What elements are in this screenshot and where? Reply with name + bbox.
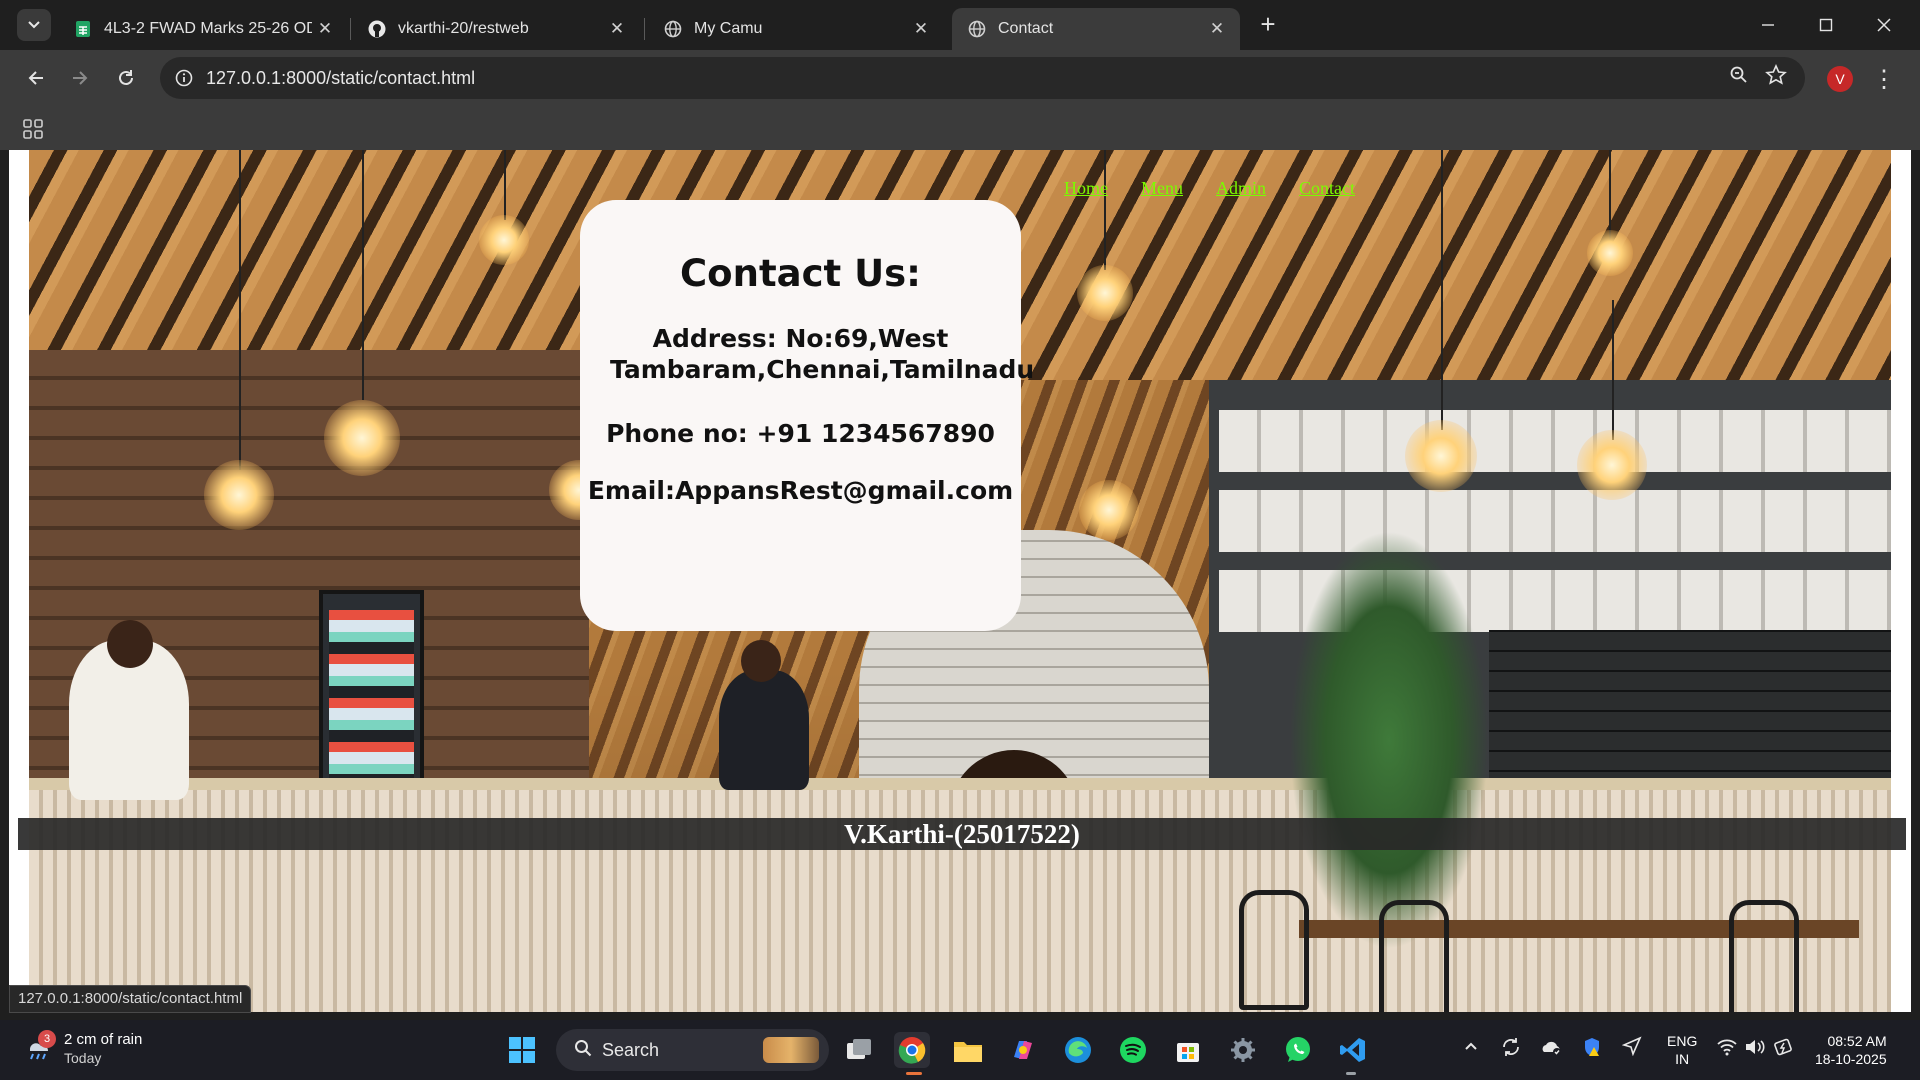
tab-sheets[interactable]: 4L3-2 FWAD Marks 25-26 ODD ✕ (58, 8, 348, 50)
apps-grid-icon[interactable] (22, 118, 44, 140)
system-clock[interactable]: 08:52 AM 18-10-2025 (1815, 1032, 1887, 1068)
globe-icon (968, 20, 986, 38)
wifi-icon[interactable] (1716, 1038, 1738, 1061)
site-info-icon[interactable] (170, 64, 198, 92)
search-highlight-image (763, 1037, 819, 1063)
search-label: Search (602, 1039, 660, 1060)
defender-warning-icon[interactable] (1581, 1036, 1603, 1063)
tab-search-button[interactable] (17, 9, 51, 41)
close-icon[interactable]: ✕ (604, 16, 630, 42)
bookmarks-bar (0, 106, 1920, 150)
page-viewport: Home Menu Admin Contact Contact Us: Addr… (9, 150, 1911, 1012)
nav-link-menu[interactable]: Menu (1141, 178, 1183, 199)
maximize-icon (1819, 18, 1833, 32)
task-view-icon[interactable] (841, 1032, 877, 1068)
back-button[interactable] (20, 62, 52, 94)
clock-time: 08:52 AM (1827, 1033, 1887, 1049)
bookmark-star-icon[interactable] (1765, 64, 1787, 92)
search-icon (574, 1039, 592, 1062)
maximize-button[interactable] (1797, 0, 1855, 50)
taskbar-search[interactable]: Search (556, 1029, 829, 1071)
tab-divider (644, 18, 645, 40)
reload-button[interactable] (110, 62, 142, 94)
browser-toolbar: 127.0.0.1:8000/static/contact.html (0, 50, 1920, 106)
site-navigation: Home Menu Admin Contact (1064, 178, 1355, 199)
microsoft-store-icon[interactable] (1170, 1032, 1206, 1068)
windows-logo-icon (509, 1037, 535, 1063)
copilot-icon[interactable] (1005, 1032, 1041, 1068)
input-language[interactable]: ENG IN (1667, 1032, 1697, 1068)
active-app-indicator (906, 1072, 922, 1075)
weather-alert-badge: 3 (38, 1030, 56, 1048)
spotify-icon[interactable] (1115, 1032, 1151, 1068)
footer-author: V.Karthi-(25017522) (18, 818, 1906, 850)
location-arrow-icon[interactable] (1621, 1036, 1642, 1061)
contact-phone: Phone no: +91 1234567890 (606, 419, 995, 448)
tab-contact[interactable]: Contact ✕ (952, 8, 1240, 50)
sheets-icon (74, 20, 92, 38)
chrome-taskbar-icon[interactable] (894, 1032, 930, 1068)
sync-icon[interactable] (1500, 1036, 1522, 1063)
arrow-left-icon (28, 71, 43, 85)
tab-title: Contact (998, 20, 1054, 37)
contact-address: Address: No:69,West Tambaram,Chennai,Tam… (610, 324, 1035, 384)
browser-menu-icon[interactable]: ⋮ (1872, 62, 1896, 96)
weather-widget[interactable]: 3 2 cm of rain Today (24, 1030, 142, 1068)
status-bar-url: 127.0.0.1:8000/static/contact.html (9, 985, 252, 1013)
zoom-icon[interactable] (1729, 65, 1749, 91)
reload-icon (119, 70, 133, 85)
weather-sub: Today (64, 1050, 102, 1066)
onedrive-icon[interactable] (1540, 1036, 1564, 1063)
rain-cloud-icon: 3 (24, 1030, 56, 1064)
url-text[interactable]: 127.0.0.1:8000/static/contact.html (206, 68, 475, 89)
new-tab-button[interactable]: + (1254, 9, 1282, 39)
nav-link-admin[interactable]: Admin (1216, 178, 1266, 199)
volume-icon[interactable] (1744, 1038, 1766, 1061)
close-icon[interactable]: ✕ (908, 16, 934, 42)
windows-taskbar: 3 2 cm of rain Today Search ENG IN 08:52… (0, 1020, 1920, 1080)
close-icon[interactable]: ✕ (312, 16, 338, 42)
region-code: IN (1675, 1051, 1690, 1067)
github-icon (368, 20, 386, 38)
active-app-indicator (1346, 1072, 1356, 1075)
clock-date: 18-10-2025 (1815, 1051, 1887, 1067)
minimize-icon (1762, 24, 1774, 26)
nav-link-home[interactable]: Home (1064, 178, 1108, 199)
start-button[interactable] (504, 1032, 540, 1068)
edge-icon[interactable] (1060, 1032, 1096, 1068)
close-icon[interactable]: ✕ (1204, 16, 1230, 42)
tab-my-camu[interactable]: My Camu ✕ (648, 8, 944, 50)
tab-divider (350, 18, 351, 40)
tab-github[interactable]: vkarthi-20/restweb ✕ (352, 8, 640, 50)
settings-gear-icon[interactable] (1225, 1032, 1261, 1068)
close-window-button[interactable] (1855, 0, 1913, 50)
contact-card: Contact Us: Address: No:69,West Tambaram… (580, 200, 1035, 631)
chevron-down-icon (28, 21, 40, 29)
contact-email: Email:AppansRest@gmail.com (587, 476, 1014, 505)
tab-title: My Camu (694, 20, 763, 37)
vscode-icon[interactable] (1335, 1032, 1371, 1068)
forward-button[interactable] (64, 62, 96, 94)
language-code: ENG (1667, 1033, 1698, 1049)
file-explorer-icon[interactable] (950, 1032, 986, 1068)
profile-avatar[interactable]: V (1827, 66, 1853, 92)
close-icon (1877, 18, 1891, 32)
nav-link-contact[interactable]: Contact (1299, 178, 1355, 199)
globe-icon (664, 20, 682, 38)
tab-strip: 4L3-2 FWAD Marks 25-26 ODD ✕ vkarthi-20/… (0, 0, 1920, 50)
address-bar[interactable]: 127.0.0.1:8000/static/contact.html (160, 57, 1805, 99)
battery-icon[interactable] (1774, 1037, 1796, 1062)
arrow-right-icon (73, 71, 88, 85)
tab-title: vkarthi-20/restweb (398, 20, 529, 37)
minimize-button[interactable] (1739, 0, 1797, 50)
whatsapp-icon[interactable] (1280, 1032, 1316, 1068)
tab-title: 4L3-2 FWAD Marks 25-26 ODD (104, 20, 312, 37)
show-hidden-icons[interactable] (1464, 1038, 1478, 1056)
contact-heading: Contact Us: (680, 252, 921, 295)
weather-main: 2 cm of rain (64, 1031, 143, 1048)
